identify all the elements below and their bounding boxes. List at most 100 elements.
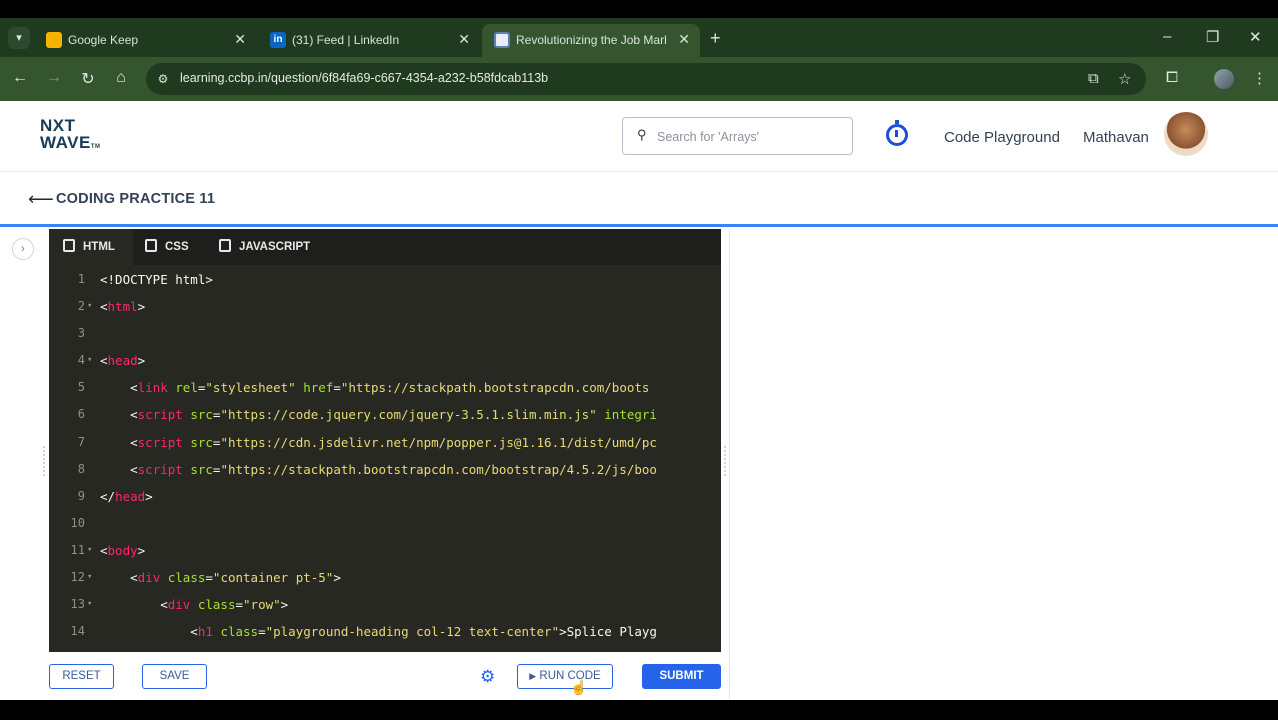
profile-avatar-icon[interactable] — [1214, 69, 1234, 89]
code-line[interactable]: 6 <script src="https://code.jquery.com/j… — [49, 401, 721, 428]
resize-handle-right[interactable] — [724, 446, 726, 476]
fold-toggle-icon[interactable]: ▾ — [87, 347, 92, 374]
play-icon: ▶ — [529, 671, 537, 681]
css3-icon — [145, 239, 157, 252]
logo-tm: TM — [90, 144, 101, 150]
line-number: 6 — [77, 407, 85, 422]
code-line[interactable]: 10 — [49, 510, 721, 537]
linkedin-icon: in — [270, 32, 286, 48]
browser-tab-strip: ▾ Google Keep ✕ in (31) Feed | LinkedIn … — [0, 18, 1278, 57]
submit-button[interactable]: SUBMIT — [642, 664, 721, 689]
browser-tab-active[interactable]: Revolutionizing the Job Market ✕ — [482, 24, 700, 57]
browser-menu-icon[interactable]: ⋮ — [1252, 69, 1267, 87]
code-line[interactable]: 7 <script src="https://cdn.jsdelivr.net/… — [49, 429, 721, 456]
fold-toggle-icon[interactable]: ▾ — [87, 564, 92, 591]
code-line[interactable]: 11 ▾ <body> — [49, 537, 721, 564]
code-line[interactable]: 14 <h1 class="playground-heading col-12 … — [49, 618, 721, 645]
code-text[interactable]: <script src="https://cdn.jsdelivr.net/np… — [100, 429, 657, 456]
code-editor[interactable]: HTML CSS JAVASCRIPT 1 <!DOCTYPE html> 2 ▾ <h… — [49, 229, 721, 652]
html5-icon — [63, 239, 75, 252]
code-line[interactable]: 8 <script src="https://stackpath.bootstr… — [49, 456, 721, 483]
code-line[interactable]: 4 ▾ <head> — [49, 347, 721, 374]
tab-html[interactable]: HTML — [49, 229, 133, 265]
code-text[interactable]: </head> — [100, 483, 153, 510]
code-text[interactable]: <!DOCTYPE html> — [100, 266, 213, 293]
reset-button[interactable]: RESET — [49, 664, 114, 689]
run-code-button[interactable]: ▶ RUN CODE — [517, 664, 613, 689]
line-number: 2 — [77, 299, 85, 314]
code-text[interactable]: <div class="container pt-5"> — [100, 564, 341, 591]
code-text[interactable]: <div class="row"> — [100, 591, 288, 618]
code-lines[interactable]: 1 <!DOCTYPE html> 2 ▾ <html> 3 4 ▾ <head> 5 <link… — [49, 266, 721, 645]
screen: ▾ Google Keep ✕ in (31) Feed | LinkedIn … — [0, 0, 1278, 720]
extensions-icon[interactable]: ⧠ — [1166, 69, 1178, 86]
home-icon[interactable]: ⌂ — [111, 69, 131, 87]
search-placeholder: Search for 'Arrays' — [657, 130, 760, 144]
browser-toolbar: ← → ↻ ⌂ ⚙ learning.ccbp.in/question/6f84… — [0, 57, 1278, 101]
avatar[interactable] — [1164, 112, 1208, 156]
line-number: 4 — [77, 353, 85, 368]
line-number: 9 — [77, 488, 85, 503]
page: NXT WAVETM ⚲ Search for 'Arrays' Code Pl… — [0, 101, 1278, 700]
practice-header: ⟵ CODING PRACTICE 11 — [0, 173, 1278, 227]
mouse-cursor-icon: ☝ — [570, 679, 588, 695]
tab-label: JAVASCRIPT — [239, 241, 311, 253]
save-button[interactable]: SAVE — [142, 664, 207, 689]
fold-toggle-icon[interactable]: ▾ — [87, 293, 92, 320]
close-tab-icon[interactable]: ✕ — [234, 31, 246, 48]
code-line[interactable]: 9 </head> — [49, 483, 721, 510]
code-text[interactable]: <body> — [100, 537, 145, 564]
reload-icon[interactable]: ↻ — [78, 69, 98, 89]
logo-line2: WAVE — [40, 133, 91, 152]
line-number: 14 — [70, 624, 85, 639]
code-line[interactable]: 2 ▾ <html> — [49, 293, 721, 320]
forward-icon[interactable]: → — [44, 69, 64, 87]
code-playground-link[interactable]: Code Playground — [944, 129, 1060, 146]
timer-icon[interactable] — [886, 120, 908, 146]
line-number: 5 — [77, 380, 85, 395]
line-number: 12 — [70, 570, 85, 585]
restore-icon[interactable]: ❐ — [1206, 28, 1219, 46]
minimize-icon[interactable]: – — [1163, 28, 1171, 45]
bookmark-star-icon[interactable]: ☆ — [1118, 70, 1131, 88]
code-text[interactable]: <head> — [100, 347, 145, 374]
new-tab-icon[interactable]: + — [710, 28, 721, 49]
code-text[interactable]: <html> — [100, 293, 145, 320]
code-line[interactable]: 3 — [49, 320, 721, 347]
settings-gear-icon[interactable]: ⚙ — [480, 667, 495, 687]
expand-panel-icon[interactable]: › — [12, 238, 34, 260]
code-line[interactable]: 13 ▾ <div class="row"> — [49, 591, 721, 618]
resize-handle-left[interactable] — [43, 446, 45, 476]
tab-label: HTML — [83, 241, 115, 253]
close-tab-icon[interactable]: ✕ — [458, 31, 470, 48]
close-tab-icon[interactable]: ✕ — [678, 31, 690, 48]
site-info-icon[interactable]: ⚙ — [154, 70, 172, 88]
code-text[interactable]: <script src="https://stackpath.bootstrap… — [100, 456, 657, 483]
fold-toggle-icon[interactable]: ▾ — [87, 537, 92, 564]
code-text[interactable]: <script src="https://code.jquery.com/jqu… — [100, 401, 657, 428]
code-line[interactable]: 5 <link rel="stylesheet" href="https://s… — [49, 374, 721, 401]
back-icon[interactable]: ← — [10, 69, 30, 87]
tab-javascript[interactable]: JAVASCRIPT — [219, 229, 310, 265]
code-text[interactable]: <link rel="stylesheet" href="https://sta… — [100, 374, 649, 401]
back-arrow-icon[interactable]: ⟵ — [28, 189, 54, 210]
search-input[interactable]: ⚲ Search for 'Arrays' — [622, 117, 853, 155]
code-text[interactable]: <h1 class="playground-heading col-12 tex… — [100, 618, 657, 645]
nxtwave-logo[interactable]: NXT WAVETM — [40, 117, 100, 156]
browser-tab-google-keep[interactable]: Google Keep ✕ — [34, 24, 256, 57]
user-name[interactable]: Mathavan — [1083, 129, 1149, 146]
code-line[interactable]: 12 ▾ <div class="container pt-5"> — [49, 564, 721, 591]
line-number: 1 — [77, 272, 85, 286]
fold-toggle-icon[interactable]: ▾ — [87, 591, 92, 618]
close-window-icon[interactable]: ✕ — [1249, 28, 1262, 46]
tab-css[interactable]: CSS — [145, 229, 189, 265]
code-line[interactable]: 1 <!DOCTYPE html> — [49, 266, 721, 293]
browser-tab-linkedin[interactable]: in (31) Feed | LinkedIn ✕ — [258, 24, 480, 57]
install-app-icon[interactable]: ⧉ — [1088, 70, 1099, 87]
site-header: NXT WAVETM ⚲ Search for 'Arrays' Code Pl… — [0, 101, 1278, 172]
tab-label: CSS — [165, 241, 189, 253]
address-bar[interactable]: ⚙ learning.ccbp.in/question/6f84fa69-c66… — [146, 63, 1146, 95]
url-text[interactable]: learning.ccbp.in/question/6f84fa69-c667-… — [180, 71, 548, 85]
tab-title: Revolutionizing the Job Market — [516, 33, 666, 47]
tab-search-dropdown-icon[interactable]: ▾ — [8, 27, 30, 49]
